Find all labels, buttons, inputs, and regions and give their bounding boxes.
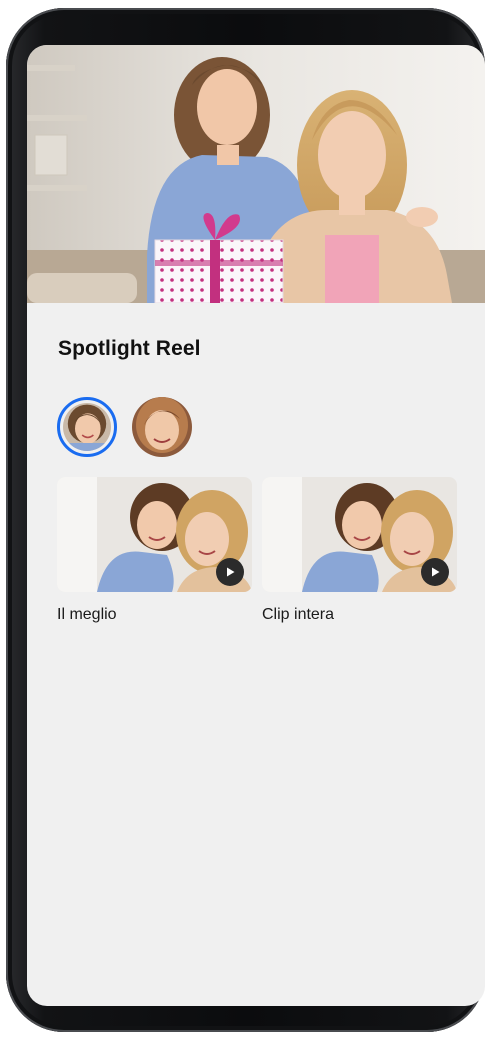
face-thumbnail-girl[interactable] xyxy=(57,397,117,457)
clip-thumbnail xyxy=(57,477,252,592)
face-thumbnail-woman[interactable] xyxy=(132,397,192,457)
person-face-girl-icon xyxy=(63,403,111,451)
clip-card-highlights[interactable]: Il meglio xyxy=(57,477,252,623)
person-face-woman-icon xyxy=(132,397,192,457)
clip-thumbnail xyxy=(262,477,457,592)
play-icon[interactable] xyxy=(216,558,244,586)
section-title: Spotlight Reel xyxy=(58,337,201,360)
clip-card-full[interactable]: Clip intera xyxy=(262,477,457,623)
hero-photo xyxy=(27,45,485,303)
screen: Spotlight Reel Il meglio Clip intera xyxy=(27,45,485,1006)
phone-frame: Spotlight Reel Il meglio Clip intera xyxy=(6,8,485,1032)
hero-photo-illustration xyxy=(27,45,485,303)
clip-label: Il meglio xyxy=(57,606,117,623)
play-icon[interactable] xyxy=(421,558,449,586)
clip-label: Clip intera xyxy=(262,606,335,623)
